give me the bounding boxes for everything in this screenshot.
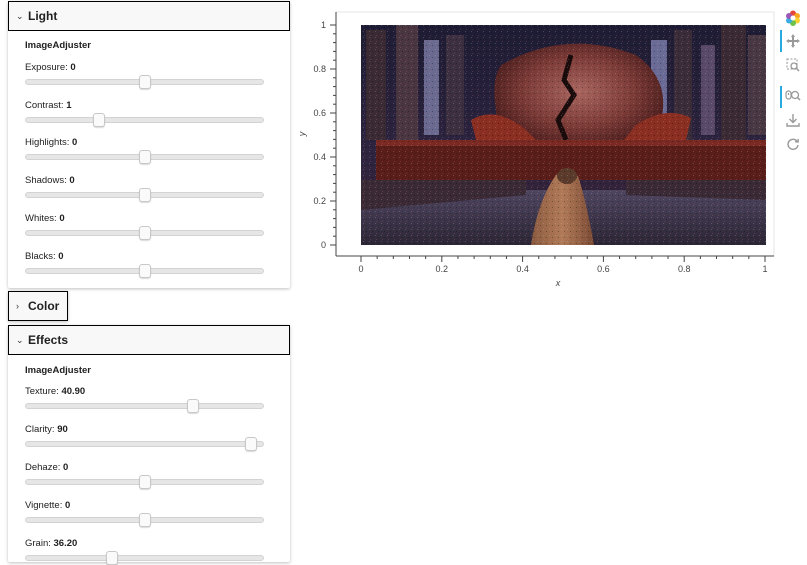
blacks-slider-handle[interactable] bbox=[138, 263, 151, 278]
bokeh-logo-icon[interactable] bbox=[783, 8, 803, 28]
whites-slider[interactable] bbox=[25, 225, 264, 240]
y-axis-label: y bbox=[297, 131, 307, 137]
grain-slider[interactable] bbox=[25, 551, 264, 565]
clarity-slider[interactable] bbox=[25, 437, 264, 451]
highlights-slider[interactable] bbox=[25, 150, 264, 165]
effects-card: ⌄ Effects ImageAdjuster Texture: 40.90 Cl… bbox=[8, 325, 290, 565]
dehaze-slider-label: Dehaze: 0 bbox=[25, 462, 69, 473]
grain-value: 36.20 bbox=[53, 538, 78, 549]
box-zoom-icon[interactable] bbox=[783, 55, 803, 75]
clarity-label-name: Clarity bbox=[25, 424, 52, 435]
x-tick-label: 0.8 bbox=[678, 264, 691, 274]
dehaze-label-name: Dehaze bbox=[25, 462, 58, 473]
dehaze-slider[interactable] bbox=[25, 475, 264, 489]
vignette-slider-label: Vignette: 0 bbox=[25, 500, 71, 511]
texture-label-name: Texture bbox=[25, 386, 57, 397]
color-card-title: Color bbox=[28, 299, 60, 313]
x-tick-label: 0.4 bbox=[516, 264, 529, 274]
exposure-label-name: Exposure bbox=[25, 62, 66, 73]
x-axis-label: x bbox=[555, 278, 561, 288]
shadows-value: 0 bbox=[69, 175, 75, 187]
exposure-slider-handle[interactable] bbox=[138, 75, 151, 89]
x-tick-label: 0.6 bbox=[597, 264, 610, 274]
contrast-value: 1 bbox=[66, 99, 72, 111]
contrast-label-name: Contrast bbox=[25, 99, 61, 111]
chevron-right-icon: › bbox=[16, 301, 19, 311]
shadows-label-name: Shadows bbox=[25, 175, 65, 187]
effects-card-header[interactable]: ⌄ Effects bbox=[8, 325, 290, 355]
shadows-slider-label: Shadows: 0 bbox=[25, 175, 75, 187]
whites-value: 0 bbox=[59, 212, 65, 224]
exposure-value: 0 bbox=[70, 62, 76, 73]
exposure-slider[interactable] bbox=[25, 75, 264, 89]
y-tick-label: 0.6 bbox=[313, 108, 326, 118]
exposure-slider-label: Exposure: 0 bbox=[25, 62, 76, 73]
y-tick-label: 1 bbox=[321, 20, 326, 30]
light-card-title: Light bbox=[28, 9, 58, 23]
y-axis-ticks: 0 0.2 0.4 0.6 0.8 1 bbox=[313, 20, 336, 250]
contrast-slider-handle[interactable] bbox=[93, 112, 106, 127]
blacks-label-name: Blacks bbox=[25, 250, 53, 262]
pan-active-indicator bbox=[780, 30, 782, 52]
blacks-value: 0 bbox=[58, 250, 64, 262]
x-tick-label: 0 bbox=[358, 264, 363, 274]
texture-slider-label: Texture: 40.90 bbox=[25, 386, 86, 397]
x-tick-label: 0.2 bbox=[436, 264, 449, 274]
color-card-header[interactable]: › Color bbox=[8, 291, 68, 321]
light-group-title: ImageAdjuster bbox=[25, 40, 91, 51]
wheel-zoom-active-indicator bbox=[780, 86, 782, 108]
save-icon[interactable] bbox=[783, 110, 803, 130]
effects-group-title: ImageAdjuster bbox=[25, 365, 91, 376]
plot-area[interactable]: 0 0.2 0.4 0.6 0.8 1 0 0.2 0.4 0.6 0.8 1 x y bbox=[296, 0, 776, 300]
reset-icon[interactable] bbox=[783, 134, 803, 154]
plot-svg[interactable]: 0 0.2 0.4 0.6 0.8 1 0 0.2 0.4 0.6 0.8 1 x y bbox=[296, 0, 776, 300]
contrast-slider[interactable] bbox=[25, 112, 264, 127]
vignette-slider-handle[interactable] bbox=[138, 513, 151, 527]
light-card: ⌄ Light ImageAdjuster Exposure: 0 Contras… bbox=[8, 1, 290, 288]
highlights-label-name: Highlights bbox=[25, 137, 67, 149]
texture-slider-handle[interactable] bbox=[187, 399, 200, 413]
vignette-value: 0 bbox=[64, 500, 71, 511]
vignette-slider[interactable] bbox=[25, 513, 264, 527]
light-card-header[interactable]: ⌄ Light bbox=[8, 1, 290, 31]
y-tick-label: 0 bbox=[321, 240, 326, 250]
texture-value: 40.90 bbox=[61, 386, 86, 397]
texture-slider[interactable] bbox=[25, 399, 264, 413]
effects-card-title: Effects bbox=[28, 333, 69, 347]
grain-label-name: Grain bbox=[25, 538, 49, 549]
clarity-slider-label: Clarity: 90 bbox=[25, 424, 68, 435]
image-glyph bbox=[361, 25, 766, 245]
whites-slider-handle[interactable] bbox=[138, 225, 151, 240]
dehaze-slider-handle[interactable] bbox=[138, 475, 151, 489]
wheel-zoom-icon[interactable] bbox=[783, 86, 803, 106]
grain-slider-handle[interactable] bbox=[105, 551, 118, 565]
clarity-slider-handle[interactable] bbox=[245, 437, 258, 451]
vignette-label-name: Vignette bbox=[25, 500, 60, 511]
x-axis-ticks: 0 0.2 0.4 0.6 0.8 1 bbox=[358, 256, 768, 274]
highlights-slider-handle[interactable] bbox=[138, 150, 151, 165]
grain-slider-label: Grain: 36.20 bbox=[25, 538, 78, 549]
x-tick-label: 1 bbox=[762, 264, 767, 274]
blacks-slider[interactable] bbox=[25, 263, 264, 278]
highlights-value: 0 bbox=[72, 137, 78, 149]
highlights-slider-label: Highlights: 0 bbox=[25, 137, 78, 149]
y-tick-label: 0.4 bbox=[313, 152, 326, 162]
whites-slider-label: Whites: 0 bbox=[25, 212, 65, 224]
shadows-slider[interactable] bbox=[25, 188, 264, 203]
chevron-down-icon: ⌄ bbox=[16, 334, 24, 345]
blacks-slider-label: Blacks: 0 bbox=[25, 250, 64, 262]
chevron-down-icon: ⌄ bbox=[16, 10, 24, 21]
whites-label-name: Whites bbox=[25, 212, 55, 224]
contrast-slider-label: Contrast: 1 bbox=[25, 99, 72, 111]
pan-icon[interactable] bbox=[783, 31, 803, 51]
color-card: › Color bbox=[8, 291, 68, 321]
clarity-value: 90 bbox=[57, 424, 68, 435]
dehaze-value: 0 bbox=[63, 462, 69, 473]
shadows-slider-handle[interactable] bbox=[138, 188, 151, 203]
y-tick-label: 0.2 bbox=[313, 196, 326, 206]
y-tick-label: 0.8 bbox=[313, 64, 326, 74]
